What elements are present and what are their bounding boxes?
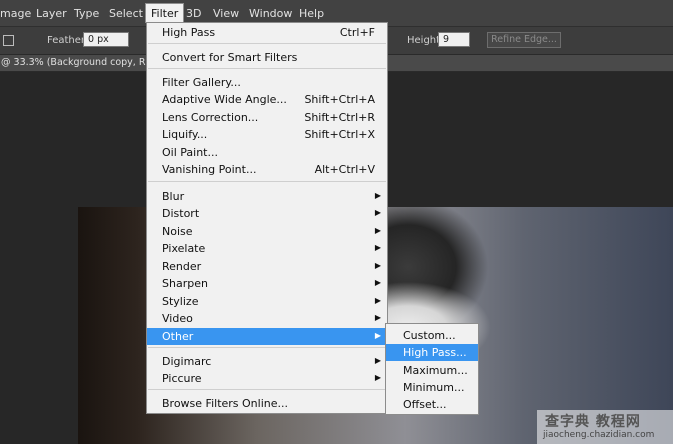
- menu-item-label: Adaptive Wide Angle...: [162, 93, 287, 106]
- menu-item-label: Browse Filters Online...: [162, 397, 288, 410]
- menu-item-adaptive-wide-angle[interactable]: Adaptive Wide Angle... Shift+Ctrl+A: [147, 91, 387, 108]
- refine-edge-button[interactable]: Refine Edge...: [487, 32, 561, 48]
- height-input[interactable]: 9: [438, 32, 470, 47]
- submenu-item-high-pass[interactable]: High Pass...: [386, 344, 478, 361]
- menu-type[interactable]: Type: [74, 7, 99, 20]
- submenu-item-custom[interactable]: Custom...: [386, 327, 478, 344]
- menu-item-vanishing-point[interactable]: Vanishing Point... Alt+Ctrl+V: [147, 161, 387, 178]
- menu-item-label: Blur: [162, 190, 185, 203]
- menu-item-label: Liquify...: [162, 128, 208, 141]
- other-submenu: Custom... High Pass... Maximum... Minimu…: [385, 323, 479, 415]
- submenu-arrow-icon: ▶: [374, 331, 381, 340]
- submenu-arrow-icon: ▶: [374, 208, 381, 217]
- marquee-option-icon[interactable]: [3, 35, 14, 46]
- menu-layer[interactable]: Layer: [36, 7, 67, 20]
- submenu-arrow-icon: ▶: [374, 191, 381, 200]
- menu-separator: [148, 389, 386, 390]
- menu-image[interactable]: mage: [0, 7, 31, 20]
- watermark: 查字典 教程网 jiaocheng.chazidian.com: [537, 410, 673, 444]
- menu-item-convert-smart-filters[interactable]: Convert for Smart Filters: [147, 49, 387, 66]
- submenu-arrow-icon: ▶: [374, 243, 381, 252]
- menu-item-label: Lens Correction...: [162, 111, 259, 124]
- menu-item-liquify[interactable]: Liquify... Shift+Ctrl+X: [147, 126, 387, 143]
- submenu-item-offset[interactable]: Offset...: [386, 396, 478, 413]
- menu-item-label: Oil Paint...: [162, 146, 218, 159]
- menu-item-shortcut: Shift+Ctrl+R: [304, 111, 375, 124]
- menu-item-filter-gallery[interactable]: Filter Gallery...: [147, 74, 387, 91]
- menu-item-distort[interactable]: Distort ▶: [147, 205, 387, 222]
- menu-separator: [148, 43, 386, 44]
- menu-3d[interactable]: 3D: [186, 7, 201, 20]
- menu-item-label: Render: [162, 260, 202, 273]
- document-tab[interactable]: @ 33.3% (Background copy, RGB/: [0, 55, 163, 71]
- menu-item-video[interactable]: Video ▶: [147, 310, 387, 327]
- menu-item-noise[interactable]: Noise ▶: [147, 223, 387, 240]
- menu-item-high-pass-last[interactable]: High Pass Ctrl+F: [147, 24, 387, 41]
- menu-separator: [148, 181, 386, 182]
- submenu-item-label: Maximum...: [403, 364, 468, 377]
- submenu-arrow-icon: ▶: [374, 226, 381, 235]
- menu-item-sharpen[interactable]: Sharpen ▶: [147, 275, 387, 292]
- menu-item-label: Digimarc: [162, 355, 212, 368]
- menu-item-piccure[interactable]: Piccure ▶: [147, 370, 387, 387]
- submenu-item-label: Offset...: [403, 398, 447, 411]
- menu-item-other[interactable]: Other ▶: [147, 328, 387, 345]
- submenu-arrow-icon: ▶: [374, 356, 381, 365]
- submenu-arrow-icon: ▶: [374, 373, 381, 382]
- menu-item-oil-paint[interactable]: Oil Paint...: [147, 144, 387, 161]
- submenu-item-label: Minimum...: [403, 381, 465, 394]
- submenu-item-minimum[interactable]: Minimum...: [386, 379, 478, 396]
- menu-separator: [148, 347, 386, 348]
- watermark-url: jiaocheng.chazidian.com: [543, 430, 655, 440]
- menu-window[interactable]: Window: [249, 7, 292, 20]
- menu-item-label: Other: [162, 330, 194, 343]
- menu-item-label: Pixelate: [162, 242, 206, 255]
- menu-item-label: Vanishing Point...: [162, 163, 257, 176]
- menu-item-shortcut: Alt+Ctrl+V: [314, 163, 375, 176]
- menu-item-stylize[interactable]: Stylize ▶: [147, 293, 387, 310]
- menu-item-pixelate[interactable]: Pixelate ▶: [147, 240, 387, 257]
- menu-item-render[interactable]: Render ▶: [147, 258, 387, 275]
- filter-menu: High Pass Ctrl+F Convert for Smart Filte…: [146, 22, 388, 414]
- feather-input[interactable]: 0 px: [83, 32, 129, 47]
- menu-view[interactable]: View: [213, 7, 239, 20]
- menu-item-shortcut: Shift+Ctrl+X: [304, 128, 375, 141]
- menu-item-label: Stylize: [162, 295, 199, 308]
- menu-item-label: Piccure: [162, 372, 202, 385]
- submenu-item-label: High Pass...: [403, 346, 467, 359]
- menu-help[interactable]: Help: [299, 7, 324, 20]
- menu-select[interactable]: Select: [109, 7, 143, 20]
- menu-filter[interactable]: Filter: [145, 3, 185, 23]
- menu-item-label: Distort: [162, 207, 200, 220]
- menu-item-label: Noise: [162, 225, 193, 238]
- submenu-arrow-icon: ▶: [374, 313, 381, 322]
- menu-item-digimarc[interactable]: Digimarc ▶: [147, 353, 387, 370]
- menu-item-label: Filter Gallery...: [162, 76, 241, 89]
- submenu-arrow-icon: ▶: [374, 261, 381, 270]
- menu-item-browse-filters-online[interactable]: Browse Filters Online...: [147, 395, 387, 412]
- menu-item-label: Video: [162, 312, 193, 325]
- submenu-arrow-icon: ▶: [374, 278, 381, 287]
- submenu-arrow-icon: ▶: [374, 296, 381, 305]
- submenu-item-label: Custom...: [403, 329, 456, 342]
- menu-item-label: Sharpen: [162, 277, 208, 290]
- menu-item-label: High Pass: [162, 26, 216, 39]
- menu-item-shortcut: Ctrl+F: [339, 26, 375, 39]
- submenu-item-maximum[interactable]: Maximum...: [386, 362, 478, 379]
- menu-item-blur[interactable]: Blur ▶: [147, 188, 387, 205]
- menu-item-label: Convert for Smart Filters: [162, 51, 298, 64]
- menu-separator: [148, 68, 386, 69]
- menu-item-lens-correction[interactable]: Lens Correction... Shift+Ctrl+R: [147, 109, 387, 126]
- menu-item-shortcut: Shift+Ctrl+A: [304, 93, 375, 106]
- watermark-title: 查字典 教程网: [545, 414, 641, 430]
